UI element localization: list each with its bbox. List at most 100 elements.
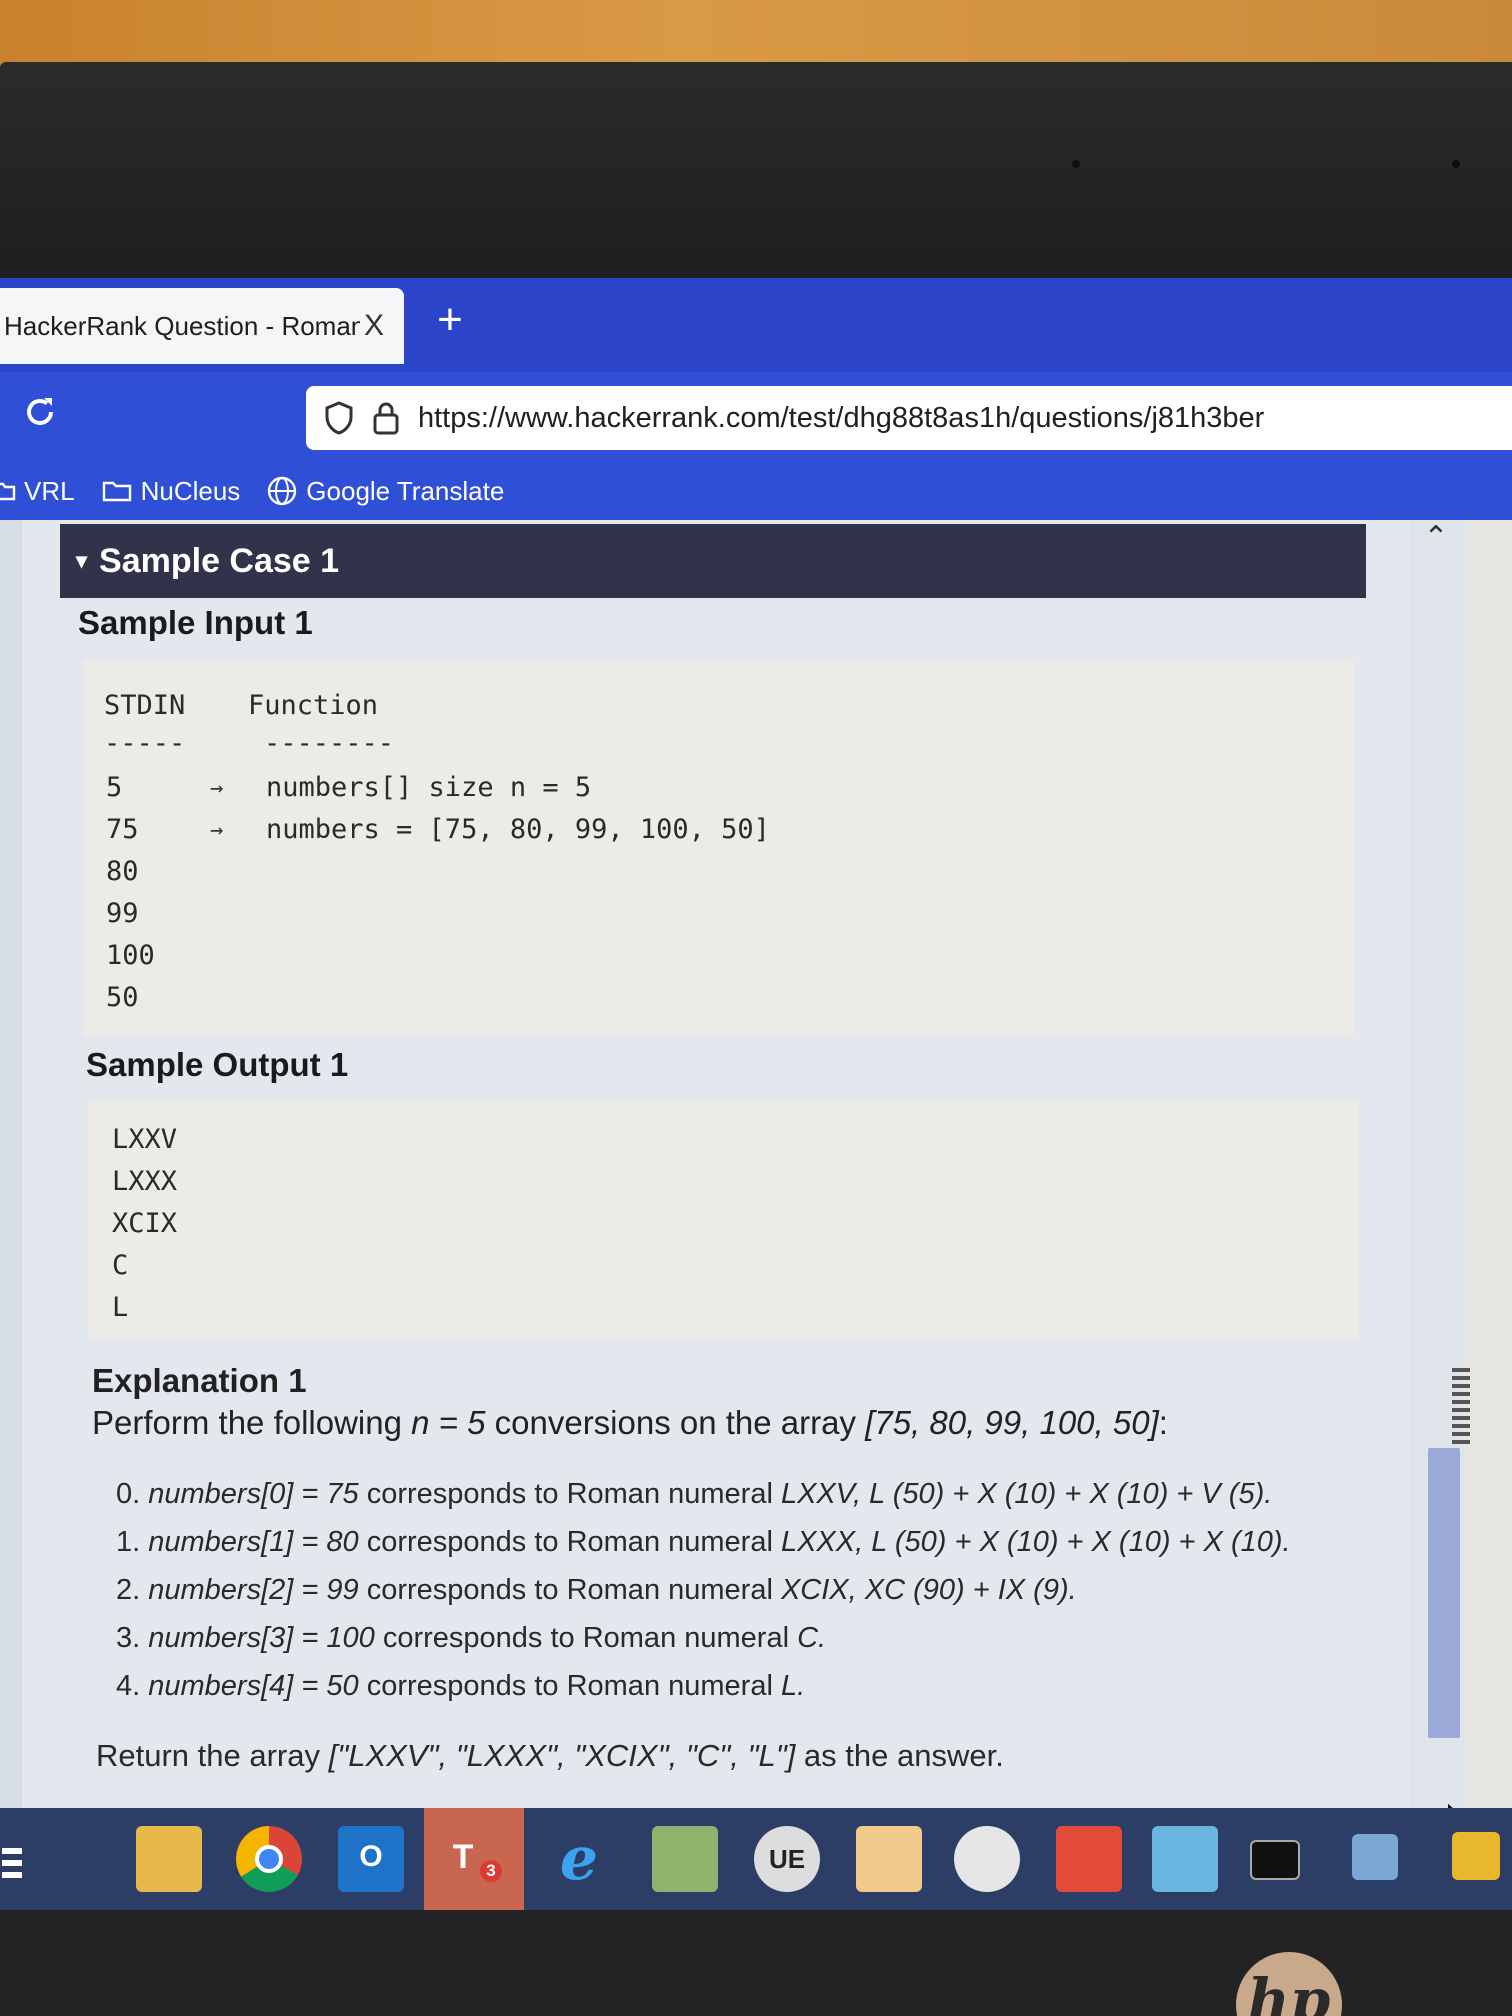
explanation-intro: Perform the following n = 5 conversions …	[92, 1404, 1168, 1442]
intro-text: Perform the following	[92, 1404, 412, 1441]
left-edge	[0, 520, 22, 1808]
step-text: corresponds to Roman numeral	[358, 1478, 781, 1510]
tab-strip: HackerRank Question - Romani X +	[0, 278, 1512, 372]
terminal-icon[interactable]	[1250, 1840, 1300, 1880]
step-detail: XCIX, XC (90) + IX (9).	[780, 1574, 1077, 1606]
explanation-step: 1. numbers[1] = 80 corresponds to Roman …	[116, 1526, 1291, 1559]
step-number: 0.	[116, 1478, 149, 1510]
globe-icon	[268, 476, 297, 506]
arrow-icon: →	[210, 818, 224, 843]
new-tab-button[interactable]: +	[428, 298, 472, 344]
explanation-title: Explanation 1	[92, 1362, 307, 1399]
output-line: L	[112, 1292, 129, 1323]
answer-array: ["LXXV", "LXXX", "XCIX", "C", "L"]	[328, 1738, 796, 1773]
chrome-icon[interactable]	[236, 1826, 302, 1892]
sample-input-title: Sample Input 1	[78, 604, 313, 641]
acrobat-icon[interactable]	[1056, 1826, 1122, 1892]
step-text: corresponds to Roman numeral	[358, 1526, 781, 1558]
internet-explorer-icon[interactable]: e	[546, 1824, 612, 1894]
task-view-icon[interactable]	[0, 1844, 30, 1884]
stdin-header: STDIN	[104, 690, 186, 721]
teams-icon[interactable]: T 3	[424, 1808, 524, 1918]
paint-app-icon[interactable]	[954, 1826, 1020, 1892]
output-line: XCIX	[112, 1208, 178, 1239]
resize-handle[interactable]	[1452, 1368, 1470, 1448]
sample-output-title: Sample Output 1	[86, 1046, 349, 1083]
bookmark-label: Google Translate	[306, 475, 505, 506]
bookmark-label: NuCleus	[140, 475, 241, 506]
question-content: ▾ Sample Case 1 Sample Input 1 STDIN Fun…	[60, 520, 1370, 1808]
webcam-icon	[1072, 160, 1080, 168]
intro-array: [75, 80, 99, 100, 50]	[865, 1404, 1159, 1441]
answer-pre: Return the array	[96, 1738, 329, 1773]
transfer-app-icon[interactable]	[856, 1826, 922, 1892]
collapse-toggle-icon[interactable]: ▾	[76, 548, 87, 574]
bookmark-label: VRL	[24, 475, 75, 506]
scroll-up-icon[interactable]: ⌃	[1416, 520, 1456, 555]
input-line: 50	[106, 982, 139, 1013]
lock-icon[interactable]	[372, 401, 400, 435]
step-expr: numbers[0] = 75	[148, 1478, 359, 1510]
function-divider: --------	[264, 728, 395, 759]
sample-case-header[interactable]: ▾ Sample Case 1	[60, 524, 1366, 598]
bookmark-google-translate[interactable]: Google Translate	[266, 475, 504, 507]
input-line: 75	[106, 814, 139, 845]
chart-app-icon[interactable]	[652, 1826, 718, 1892]
file-explorer-icon[interactable]	[136, 1826, 202, 1892]
step-expr: numbers[4] = 50	[148, 1670, 359, 1702]
explanation-step: 2. numbers[2] = 99 corresponds to Roman …	[116, 1574, 1077, 1607]
outlook-icon[interactable]: O	[338, 1826, 404, 1892]
folder-icon	[102, 481, 131, 502]
output-line: C	[112, 1250, 129, 1281]
reload-icon[interactable]	[18, 392, 62, 436]
answer-text: Return the array ["LXXV", "LXXX", "XCIX"…	[96, 1738, 1004, 1774]
url-text[interactable]: https://www.hackerrank.com/test/dhg88t8a…	[418, 402, 1264, 435]
remote-desktop-icon[interactable]	[1352, 1834, 1398, 1880]
input-line: 80	[106, 856, 139, 887]
input-line: 99	[106, 898, 139, 929]
explanation-step: 4. numbers[4] = 50 corresponds to Roman …	[116, 1670, 805, 1703]
scrollbar-thumb[interactable]	[1428, 1448, 1460, 1738]
laptop-bezel-top	[0, 62, 1512, 302]
right-panel	[1466, 520, 1512, 1808]
sample-case-title: Sample Case 1	[99, 541, 340, 580]
close-tab-icon[interactable]: X	[364, 309, 384, 343]
intro-var: n = 5	[411, 1404, 486, 1441]
screen: HackerRank Question - Romani X + https:/…	[0, 278, 1512, 1918]
intro-text: :	[1158, 1404, 1168, 1441]
step-detail: LXXV, L (50) + X (10) + X (10) + V (5).	[780, 1478, 1273, 1510]
page-content: ▾ Sample Case 1 Sample Input 1 STDIN Fun…	[0, 520, 1512, 1848]
step-text: corresponds to Roman numeral	[374, 1622, 798, 1654]
shield-icon[interactable]	[324, 401, 354, 435]
browser-toolbar: https://www.hackerrank.com/test/dhg88t8a…	[0, 372, 1512, 462]
step-expr: numbers[3] = 100	[148, 1622, 375, 1654]
output-line: LXXV	[112, 1124, 178, 1155]
sample-output-box: LXXV LXXX XCIX C L	[88, 1100, 1358, 1340]
network-app-icon[interactable]	[1152, 1826, 1218, 1892]
sticky-notes-icon[interactable]	[1452, 1832, 1500, 1880]
step-detail: LXXX, L (50) + X (10) + X (10) + X (10).	[780, 1526, 1291, 1558]
function-line: numbers[] size n = 5	[266, 772, 592, 803]
step-number: 3.	[116, 1622, 149, 1654]
explanation-step: 0. numbers[0] = 75 corresponds to Roman …	[116, 1478, 1272, 1511]
sensor-icon	[1452, 160, 1460, 168]
answer-post: as the answer.	[795, 1738, 1004, 1773]
step-expr: numbers[2] = 99	[148, 1574, 359, 1606]
teams-badge: 3	[480, 1860, 502, 1882]
browser-tab[interactable]: HackerRank Question - Romani X	[0, 288, 404, 364]
bookmark-vrl[interactable]: VRL	[0, 476, 75, 507]
address-bar[interactable]: https://www.hackerrank.com/test/dhg88t8a…	[306, 386, 1512, 450]
tab-title: HackerRank Question - Romani	[4, 310, 360, 341]
intro-text: conversions on the array	[485, 1404, 866, 1441]
arrow-icon: →	[210, 776, 224, 801]
ue-app-icon[interactable]: UE	[754, 1826, 820, 1892]
step-text: corresponds to Roman numeral	[358, 1670, 781, 1702]
taskbar: O T 3 e UE	[0, 1808, 1512, 1918]
step-number: 1.	[116, 1526, 149, 1558]
bookmark-nucleus[interactable]: NuCleus	[101, 475, 241, 507]
function-header: Function	[248, 690, 379, 721]
step-number: 2.	[116, 1574, 149, 1606]
step-expr: numbers[1] = 80	[148, 1526, 359, 1558]
folder-icon	[0, 482, 16, 501]
output-line: LXXX	[112, 1166, 178, 1197]
